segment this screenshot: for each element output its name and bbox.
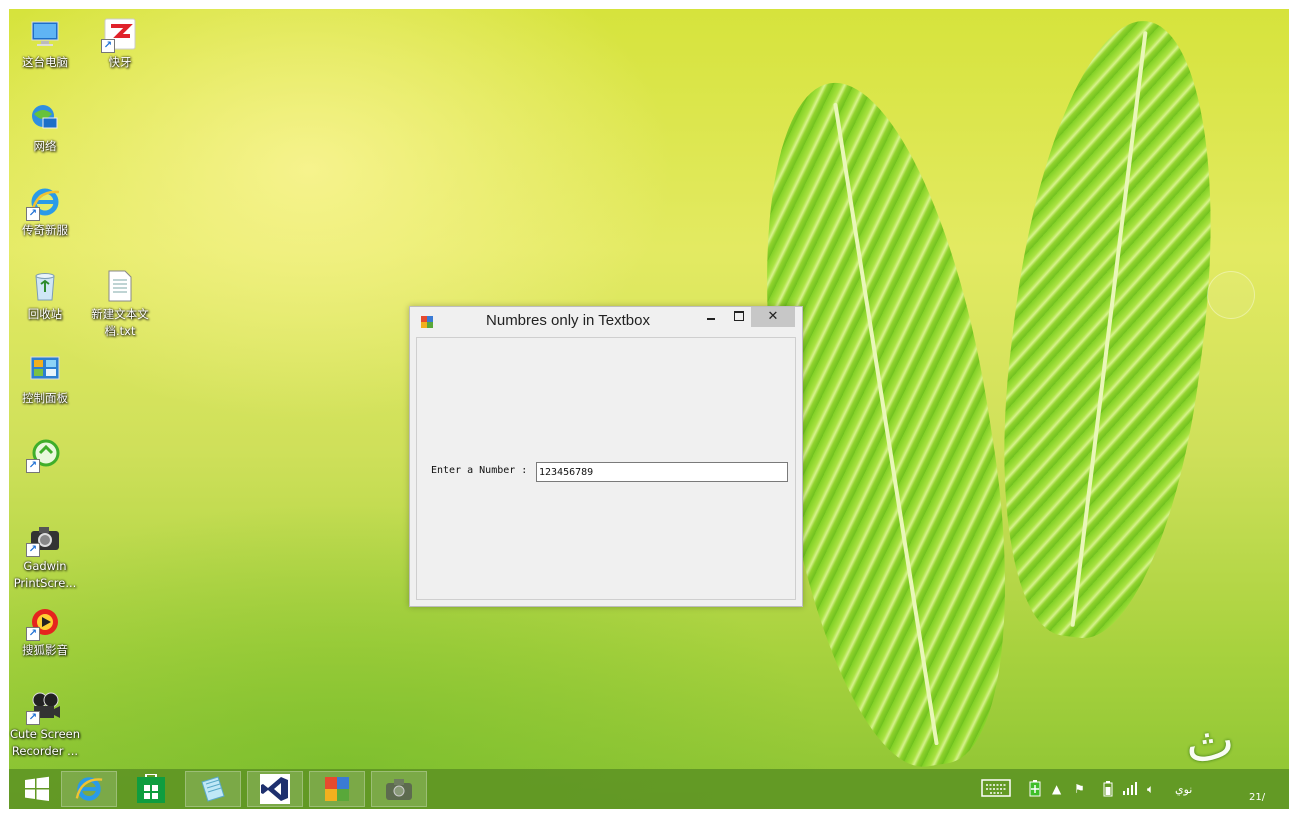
taskbar-visual-studio[interactable]	[247, 771, 303, 807]
clock-date[interactable]: 21/	[1249, 792, 1265, 803]
visual-studio-icon	[260, 774, 290, 804]
desktop-icon-sohu-video[interactable]: ↗ 搜狐影音	[9, 605, 81, 659]
window-client-area: Enter a Number :	[416, 337, 796, 600]
taskbar-ie[interactable]	[61, 771, 117, 807]
film-reel-icon: ↗	[26, 689, 62, 725]
desktop-icon-label: 网络	[33, 139, 57, 153]
keyboard-icon[interactable]	[981, 779, 1011, 801]
desktop-icon-cute-screen-recorder[interactable]: ↗ Cute Screen Recorder ...	[9, 689, 81, 760]
window-titlebar[interactable]: Numbres only in Textbox ✕	[410, 307, 802, 337]
desktop-icon-control-panel[interactable]: 控制面板	[9, 353, 81, 407]
internet-explorer-icon	[75, 777, 103, 801]
desktop-icon-label: Cute Screen Recorder ...	[9, 727, 81, 758]
desktop-icon-label: Gadwin PrintScre...	[13, 559, 77, 590]
window-title: Numbres only in Textbox	[486, 312, 650, 329]
computer-icon	[28, 17, 62, 51]
maximize-button[interactable]	[728, 307, 750, 327]
desktop-icon-text-file[interactable]: 新建文本文档.txt	[84, 269, 156, 340]
shortcut-arrow-icon: ↗	[101, 39, 115, 53]
volume-icon[interactable]: 🔈︎	[1147, 781, 1154, 797]
store-icon	[137, 774, 165, 803]
battery-charging-icon[interactable]	[1028, 779, 1042, 801]
taskbar-screenshot-tool[interactable]	[371, 771, 427, 807]
camera-icon: ↗	[26, 521, 62, 557]
network-icon	[28, 101, 62, 135]
close-button[interactable]: ✕	[751, 307, 795, 327]
battery-icon[interactable]	[1103, 781, 1113, 801]
shortcut-arrow-icon: ↗	[26, 543, 40, 557]
desktop-icon-recycle-bin[interactable]: 回收站	[9, 269, 81, 323]
shortcut-arrow-icon: ↗	[26, 207, 40, 221]
numbers-only-window: Numbres only in Textbox ✕ Enter a Number…	[409, 306, 803, 607]
input-language[interactable]: نوي	[1175, 783, 1192, 796]
wifi-signal-icon[interactable]	[1122, 781, 1138, 799]
app-shortcut-icon: ↗	[26, 437, 62, 473]
taskbar: ▲ ⚑ 🔈︎ نوي 21/	[9, 769, 1289, 809]
flag-icon[interactable]: ⚑	[1074, 781, 1085, 797]
desktop-icon-label: 回收站	[27, 307, 63, 321]
windows-form-app-icon	[325, 777, 349, 801]
notepad-icon	[201, 776, 225, 802]
maximize-icon	[734, 311, 744, 321]
control-panel-icon	[28, 353, 62, 387]
text-file-icon	[103, 269, 137, 303]
minimize-icon	[707, 318, 715, 320]
desktop-icon-label: 控制面板	[22, 391, 68, 405]
shortcut-arrow-icon: ↗	[26, 711, 40, 725]
desktop-icon-network[interactable]: 网络	[9, 101, 81, 155]
desktop-icon-label: 搜狐影音	[22, 643, 68, 657]
desktop-icon-ie-shortcut[interactable]: ↗ 传奇新服	[9, 185, 81, 239]
desktop-icon-label: 新建文本文档.txt	[91, 307, 149, 338]
close-icon: ✕	[767, 309, 779, 324]
show-hidden-icons[interactable]: ▲	[1052, 781, 1061, 797]
number-input[interactable]	[536, 462, 788, 482]
shortcut-arrow-icon: ↗	[26, 459, 40, 473]
start-button[interactable]	[9, 771, 65, 807]
desktop: 这台电脑 ↗ 快牙 网络 ↗ 传奇新服 回收站 新建文本文档.txt 控制面板 …	[9, 9, 1289, 809]
shortcut-arrow-icon: ↗	[26, 627, 40, 641]
desktop-icon-label: 传奇新服	[22, 223, 68, 237]
desktop-icon-label: 这台电脑	[22, 55, 68, 69]
desktop-icon-kuaiya[interactable]: ↗ 快牙	[84, 17, 156, 71]
taskbar-store[interactable]	[123, 771, 179, 807]
form-app-icon	[421, 316, 433, 328]
desktop-icon-label: 快牙	[108, 55, 132, 69]
desktop-icon-app-shortcut[interactable]: ↗	[9, 437, 81, 474]
minimize-button[interactable]	[700, 307, 722, 327]
sohu-video-icon: ↗	[26, 605, 62, 641]
start-icon	[25, 776, 49, 801]
desktop-icon-gadwin[interactable]: ↗ Gadwin PrintScre...	[9, 521, 81, 592]
camera-icon	[386, 779, 412, 800]
taskbar-notepad[interactable]	[185, 771, 241, 807]
desktop-icon-this-pc[interactable]: 这台电脑	[9, 17, 81, 71]
recycle-bin-icon	[28, 269, 62, 303]
taskbar-form-app[interactable]	[309, 771, 365, 807]
bokeh-circle	[1207, 271, 1255, 319]
kuaiya-icon: ↗	[101, 17, 137, 53]
number-label: Enter a Number :	[431, 465, 528, 476]
ie-icon: ↗	[26, 185, 62, 221]
